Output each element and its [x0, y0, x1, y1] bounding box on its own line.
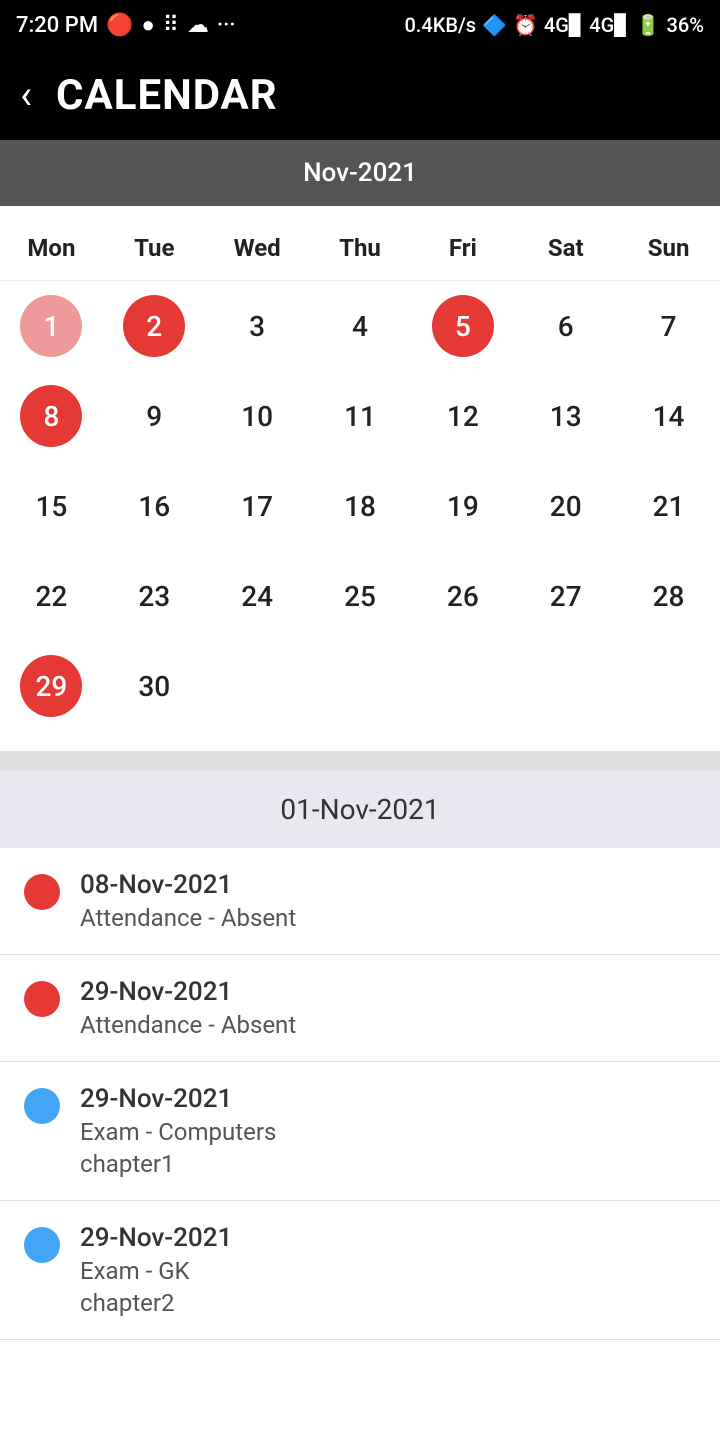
day-headers-row: Mon Tue Wed Thu Fri Sat Sun	[0, 216, 720, 281]
day-header-sat: Sat	[514, 226, 617, 270]
status-right: 0.4KB/s 🔷 ⏰ 4G▊ 4G▊ 🔋 36%	[404, 13, 704, 37]
cal-day-1[interactable]: 1	[0, 281, 103, 371]
cal-day-12[interactable]: 12	[411, 371, 514, 461]
cal-day-9[interactable]: 9	[103, 371, 206, 461]
event-date-3: 29-Nov-2021	[80, 1223, 232, 1253]
cal-day-8[interactable]: 8	[0, 371, 103, 461]
month-header: Nov-2021	[0, 140, 720, 206]
cal-day-4[interactable]: 4	[309, 281, 412, 371]
cal-day-13[interactable]: 13	[514, 371, 617, 461]
event-title-0: Attendance - Absent	[80, 904, 296, 932]
cal-day-28[interactable]: 28	[617, 551, 720, 641]
cal-day-6[interactable]: 6	[514, 281, 617, 371]
carrier-icon: 🔴	[106, 13, 133, 38]
cloud-icon: ☁	[187, 13, 209, 38]
event-content-0: 08-Nov-2021 Attendance - Absent	[80, 870, 296, 932]
status-time: 7:20 PM	[16, 13, 98, 38]
cal-day-16[interactable]: 16	[103, 461, 206, 551]
cal-day-19[interactable]: 19	[411, 461, 514, 551]
app-header: ‹ CALENDAR	[0, 50, 720, 140]
section-divider	[0, 751, 720, 771]
event-dot-0	[24, 874, 60, 910]
status-bar: 7:20 PM 🔴 ● ⠿ ☁ ··· 0.4KB/s 🔷 ⏰ 4G▊ 4G▊ …	[0, 0, 720, 50]
cal-day-5[interactable]: 5	[411, 281, 514, 371]
cal-day-29[interactable]: 29	[0, 641, 103, 731]
network-speed: 0.4KB/s	[404, 13, 476, 37]
event-subtitle-2: chapter1	[80, 1150, 276, 1178]
apps-icon: ⠿	[163, 13, 179, 38]
cal-day-2[interactable]: 2	[103, 281, 206, 371]
event-item-0[interactable]: 08-Nov-2021 Attendance - Absent	[0, 848, 720, 955]
events-header: 01-Nov-2021	[0, 771, 720, 848]
event-item-2[interactable]: 29-Nov-2021 Exam - Computers chapter1	[0, 1062, 720, 1201]
dots-icon: ···	[217, 13, 236, 38]
cal-day-22[interactable]: 22	[0, 551, 103, 641]
cal-day-3[interactable]: 3	[206, 281, 309, 371]
event-dot-2	[24, 1088, 60, 1124]
cal-day-11[interactable]: 11	[309, 371, 412, 461]
cal-day-14[interactable]: 14	[617, 371, 720, 461]
event-title-2: Exam - Computers	[80, 1118, 276, 1146]
event-dot-1	[24, 981, 60, 1017]
battery-icon: 🔋	[636, 13, 661, 37]
event-title-1: Attendance - Absent	[80, 1011, 296, 1039]
event-dot-3	[24, 1227, 60, 1263]
signal-icons: 4G▊ 4G▊	[544, 13, 630, 37]
day-header-wed: Wed	[206, 226, 309, 270]
event-content-1: 29-Nov-2021 Attendance - Absent	[80, 977, 296, 1039]
cal-day-23[interactable]: 23	[103, 551, 206, 641]
cal-day-18[interactable]: 18	[309, 461, 412, 551]
cal-day-20[interactable]: 20	[514, 461, 617, 551]
day-header-sun: Sun	[617, 226, 720, 270]
cal-day-21[interactable]: 21	[617, 461, 720, 551]
event-title-3: Exam - GK	[80, 1257, 232, 1285]
event-content-2: 29-Nov-2021 Exam - Computers chapter1	[80, 1084, 276, 1178]
day-header-thu: Thu	[309, 226, 412, 270]
location-icon: ●	[141, 12, 154, 38]
cal-day-27[interactable]: 27	[514, 551, 617, 641]
cal-day-25[interactable]: 25	[309, 551, 412, 641]
day-header-fri: Fri	[411, 226, 514, 270]
cal-day-30[interactable]: 30	[103, 641, 206, 731]
battery-level: 36%	[667, 13, 704, 37]
alarm-icon: ⏰	[513, 13, 538, 37]
calendar-grid: 1234567891011121314151617181920212223242…	[0, 281, 720, 731]
cal-day-24[interactable]: 24	[206, 551, 309, 641]
event-subtitle-3: chapter2	[80, 1289, 232, 1317]
events-list: 08-Nov-2021Attendance - Absent29-Nov-202…	[0, 848, 720, 1340]
cal-day-10[interactable]: 10	[206, 371, 309, 461]
day-header-tue: Tue	[103, 226, 206, 270]
back-button[interactable]: ‹	[20, 75, 32, 115]
status-left: 7:20 PM 🔴 ● ⠿ ☁ ···	[16, 12, 236, 38]
cal-day-17[interactable]: 17	[206, 461, 309, 551]
bluetooth-icon: 🔷	[482, 13, 507, 37]
event-date-0: 08-Nov-2021	[80, 870, 296, 900]
event-item-3[interactable]: 29-Nov-2021 Exam - GK chapter2	[0, 1201, 720, 1340]
cal-day-15[interactable]: 15	[0, 461, 103, 551]
calendar-section: Mon Tue Wed Thu Fri Sat Sun 123456789101…	[0, 206, 720, 751]
page-title: CALENDAR	[56, 71, 278, 120]
event-content-3: 29-Nov-2021 Exam - GK chapter2	[80, 1223, 232, 1317]
event-item-1[interactable]: 29-Nov-2021 Attendance - Absent	[0, 955, 720, 1062]
event-date-1: 29-Nov-2021	[80, 977, 296, 1007]
cal-day-26[interactable]: 26	[411, 551, 514, 641]
cal-day-7[interactable]: 7	[617, 281, 720, 371]
day-header-mon: Mon	[0, 226, 103, 270]
event-date-2: 29-Nov-2021	[80, 1084, 276, 1114]
